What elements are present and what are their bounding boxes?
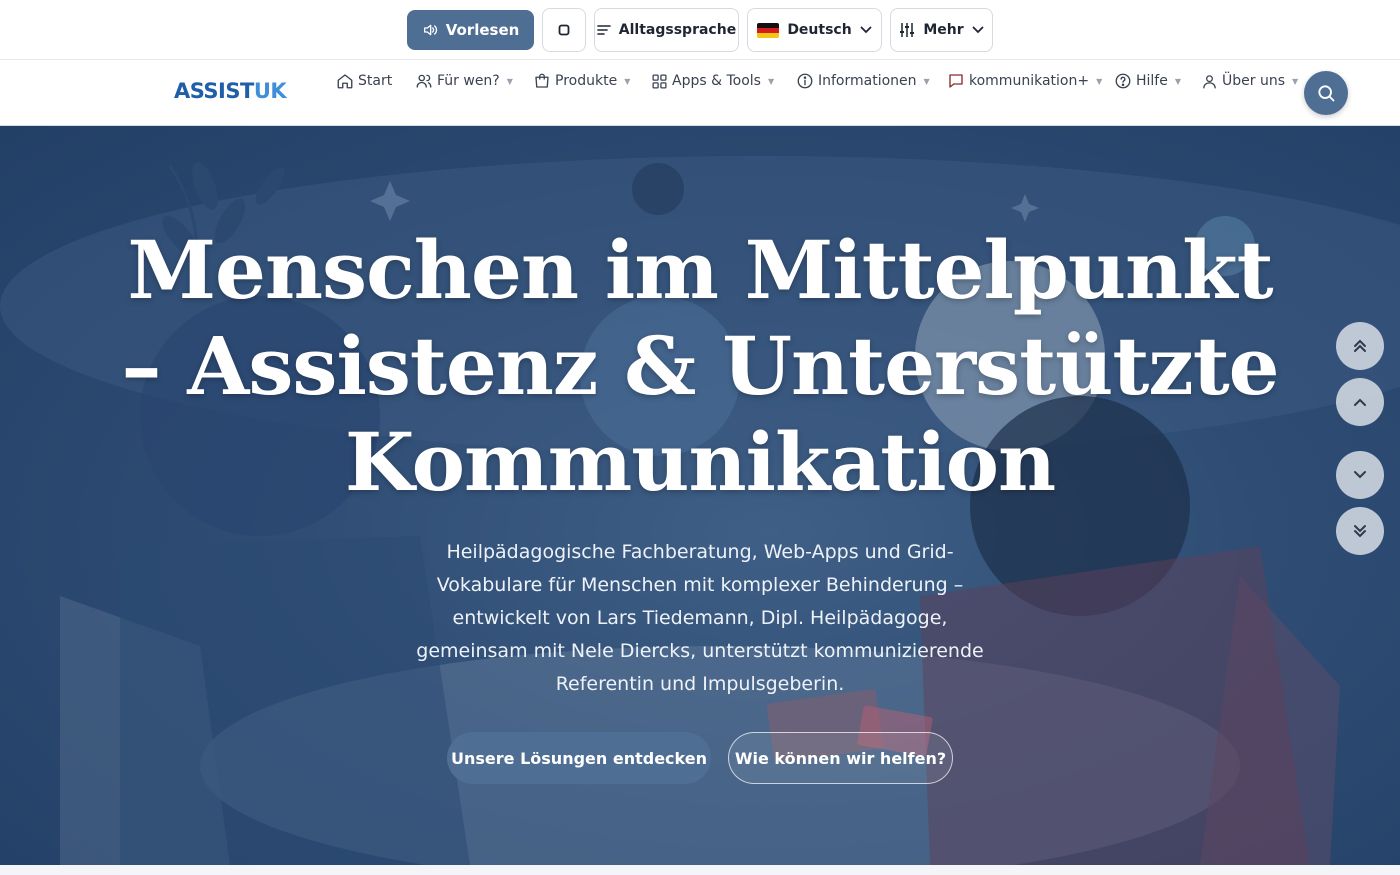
logo-text-primary: ASSIST [174, 79, 254, 103]
nav-item-label: Über uns [1222, 73, 1285, 89]
nav-item-label: Apps & Tools [672, 73, 761, 89]
scroll-to-bottom-button[interactable] [1336, 507, 1384, 555]
hero-section: Menschen im Mittelpunkt – Assistenz & Un… [0, 126, 1400, 865]
nav-item-informationen[interactable]: Informationen ▼ [796, 70, 930, 92]
language-label: Deutsch [787, 22, 852, 38]
nav-item-label: Start [358, 73, 393, 89]
caret-down-icon: ▼ [1292, 76, 1299, 86]
more-options-button[interactable]: Mehr [890, 8, 993, 52]
speaker-icon [423, 24, 437, 36]
nav-item-label: kommunikation+ [969, 73, 1090, 89]
plain-language-button[interactable]: Alltagssprache [594, 8, 739, 52]
grid-icon [652, 73, 667, 89]
home-icon [337, 74, 353, 89]
nav-item-hilfe[interactable]: Hilfe ▼ [1114, 70, 1181, 92]
nav-item-label: Produkte [555, 73, 618, 89]
search-button[interactable] [1304, 71, 1348, 115]
users-icon [416, 74, 432, 88]
bottom-strip [0, 865, 1400, 875]
how-can-we-help-button[interactable]: Wie können wir helfen? [728, 732, 953, 784]
nav-item-ueber-uns[interactable]: Über uns ▼ [1201, 70, 1298, 92]
logo-text-accent: UK [253, 79, 287, 103]
lines-icon [596, 25, 611, 35]
caret-down-icon: ▼ [1174, 76, 1182, 86]
chevron-up-icon [1354, 398, 1366, 406]
caret-down-icon: ▼ [923, 76, 930, 86]
scroll-to-top-button[interactable] [1336, 322, 1384, 370]
accessibility-toolbar: Vorlesen Alltagssprache Deutsch Mehr [0, 0, 1400, 60]
caret-down-icon: ▼ [506, 76, 513, 86]
nav-item-kommunikation-plus[interactable]: kommunikation+ ▼ [947, 70, 1102, 92]
language-select[interactable]: Deutsch [747, 8, 882, 52]
user-icon [1203, 74, 1216, 89]
caret-down-icon: ▼ [624, 76, 631, 86]
nav-item-fuer-wen[interactable]: Für wen? ▼ [415, 70, 513, 92]
stop-icon [558, 24, 570, 36]
nav-item-apps-tools[interactable]: Apps & Tools ▼ [651, 70, 774, 92]
nav-item-label: Informationen [818, 73, 917, 89]
discover-solutions-button[interactable]: Unsere Lösungen entdecken [447, 732, 711, 784]
stop-button[interactable] [542, 8, 586, 52]
hero-subtitle: Heilpädagogische Fachberatung, Web-Apps … [416, 541, 984, 695]
scroll-down-button[interactable] [1336, 451, 1384, 499]
read-aloud-label: Vorlesen [445, 21, 520, 39]
hero-title: Menschen im Mittelpunkt – Assistenz & Un… [100, 222, 1300, 510]
hero-title-line: Menschen im Mittelpunkt [127, 223, 1273, 317]
logo[interactable]: ASSISTUK [174, 79, 287, 103]
nav-item-label: Hilfe [1136, 73, 1168, 89]
chevron-down-icon [1354, 471, 1366, 479]
nav-item-produkte[interactable]: Produkte ▼ [533, 70, 630, 92]
nav-item-start[interactable]: Start [336, 70, 392, 92]
double-chevron-up-icon [1354, 339, 1366, 352]
german-flag-icon [757, 22, 780, 38]
plain-language-label: Alltagssprache [618, 22, 737, 38]
scroll-up-button[interactable] [1336, 378, 1384, 426]
caret-down-icon: ▼ [767, 76, 775, 86]
caret-down-icon: ▼ [1096, 76, 1103, 86]
bag-icon [535, 73, 549, 88]
sliders-icon [900, 23, 915, 37]
read-aloud-button[interactable]: Vorlesen [407, 10, 534, 50]
help-icon [1115, 73, 1131, 89]
more-label: Mehr [923, 22, 964, 38]
info-icon [797, 73, 813, 89]
chevron-down-icon [860, 26, 872, 34]
hero-title-line: – Assistenz & Unterstützte [121, 319, 1279, 413]
chat-icon [949, 74, 963, 88]
search-icon [1318, 85, 1335, 102]
double-chevron-down-icon [1354, 525, 1366, 538]
hero-title-line: Kommunikation [344, 415, 1056, 509]
nav-item-label: Für wen? [437, 73, 500, 89]
chevron-down-icon [972, 26, 984, 34]
